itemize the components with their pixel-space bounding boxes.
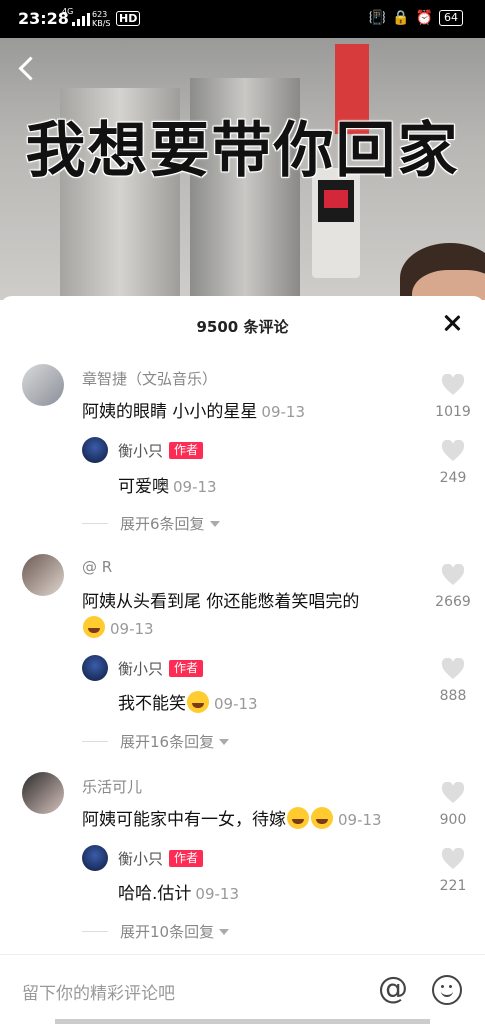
avatar[interactable] [22,554,64,596]
author-badge: 作者 [169,442,204,459]
wink-emoji-icon [287,807,309,829]
wink-emoji-icon [311,807,333,829]
comment-input-bar: 留下你的精彩评论吧 @ [0,954,485,1025]
chevron-down-icon [219,738,230,745]
laugh-emoji-icon [187,691,209,713]
like-count: 1019 [435,404,471,420]
back-arrow-icon[interactable] [18,56,43,81]
laugh-emoji-icon [83,616,105,638]
at-mention-icon[interactable]: @ [378,971,408,1006]
network-speed: 623 KB/S [92,10,111,28]
reply-user[interactable]: 衡小只 作者 [118,848,204,869]
avatar[interactable] [22,772,64,814]
comment-text: 阿姨从头看到尾 你还能憋着笑唱完的 [82,592,360,612]
heart-icon [441,781,465,803]
heart-icon [441,373,465,395]
hd-icon: HD [116,11,141,26]
like-button[interactable]: 900 [428,781,478,828]
emoji-picker-icon[interactable] [432,975,462,1005]
alarm-icon: ⏰ [415,10,433,26]
comment-input[interactable]: 留下你的精彩评论吧 [22,979,175,1004]
reply-date: 09-13 [195,885,239,903]
comment-date: 09-13 [110,620,154,638]
reply-user[interactable]: 衡小只 作者 [118,440,204,461]
author-badge: 作者 [169,850,204,867]
comment-date: 09-13 [338,811,382,829]
like-button[interactable]: 888 [428,657,478,704]
vibrate-icon: 📳 [368,10,387,26]
comment-user[interactable]: @ R [82,558,112,576]
comment-text: 阿姨可能家中有一女，待嫁 09-13 [82,805,382,830]
like-button[interactable]: 221 [428,847,478,894]
like-count: 249 [439,470,467,486]
expand-replies-button[interactable]: 展开10条回复 [82,921,230,942]
battery-icon: 64 [439,10,463,26]
like-count: 900 [439,812,467,828]
author-badge: 作者 [169,660,204,677]
like-button[interactable]: 1019 [428,373,478,420]
comment-user[interactable]: 章智捷（文弘音乐） [82,368,217,389]
like-count: 221 [439,878,467,894]
reply-text: 哈哈.估计 09-13 [118,884,239,904]
close-icon[interactable] [443,314,461,332]
reply-user[interactable]: 衡小只 作者 [118,658,204,679]
lock-icon: 🔒 [392,10,410,26]
like-button[interactable]: 249 [428,439,478,486]
expand-replies-button[interactable]: 展开16条回复 [82,731,230,752]
comment-sheet: 9500 条评论 章智捷（文弘音乐） 阿姨的眼睛 小小的星星 09-13 1019… [0,296,485,1024]
comment-text-line2: 09-13 [82,616,154,639]
reply-date: 09-13 [173,478,217,496]
video-caption: 我想要带你回家 [25,116,460,186]
chevron-down-icon [219,928,230,935]
comment-date: 09-13 [261,403,305,421]
expand-replies-button[interactable]: 展开6条回复 [82,513,220,534]
home-indicator [55,1019,430,1024]
comment-user[interactable]: 乐活可儿 [82,776,142,797]
avatar[interactable] [82,845,108,871]
avatar[interactable] [22,364,64,406]
status-bar: 23:28 4G 623 KB/S HD 📳 🔒 ⏰ 64 [0,0,485,38]
avatar[interactable] [82,655,108,681]
like-count: 2669 [435,594,471,610]
video-preview[interactable]: 我想要带你回家 [0,38,485,300]
heart-icon [441,439,465,461]
heart-icon [441,657,465,679]
comment-count-title: 9500 条评论 [196,318,289,336]
like-count: 888 [439,688,467,704]
signal-icon [72,12,90,26]
avatar[interactable] [82,437,108,463]
reply-date: 09-13 [214,695,258,713]
chevron-down-icon [209,520,220,527]
reply-text: 可爱噢 09-13 [118,477,217,497]
reply-text: 我不能笑 09-13 [118,689,258,714]
comment-text: 阿姨的眼睛 小小的星星 09-13 [82,402,305,422]
like-button[interactable]: 2669 [428,563,478,610]
heart-icon [441,847,465,869]
heart-icon [441,563,465,585]
